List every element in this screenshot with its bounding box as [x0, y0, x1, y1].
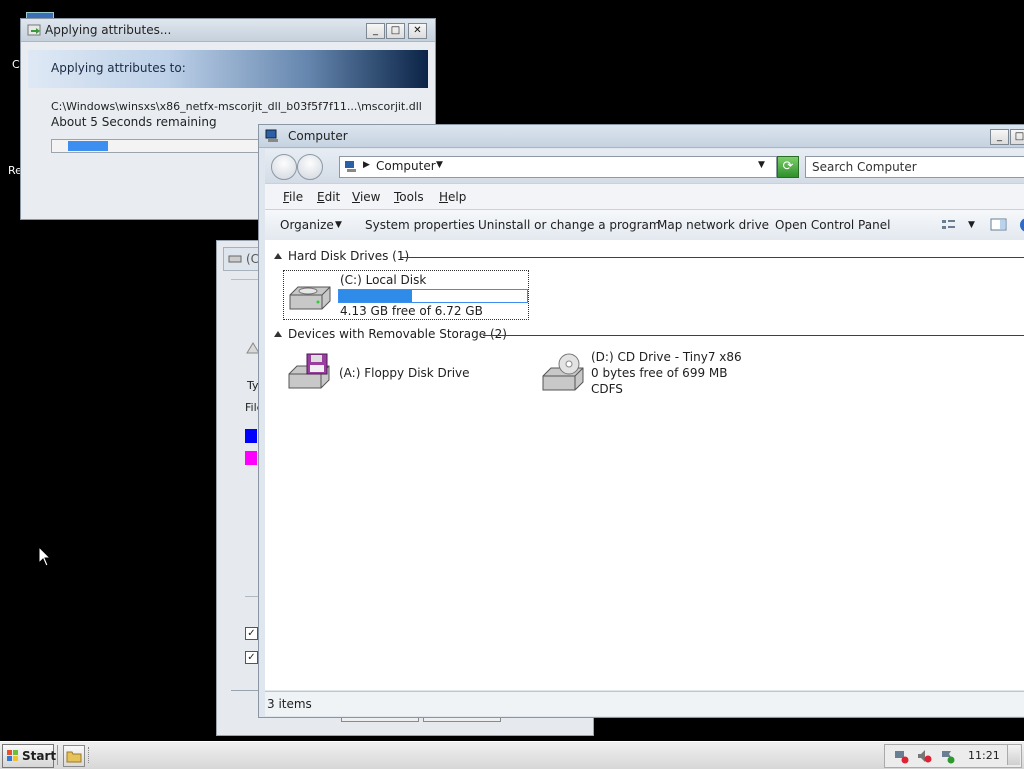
taskbar: Start 11:21 [0, 741, 1024, 769]
group-header-hard-disk-drives[interactable]: Hard Disk Drives (1) [288, 249, 409, 263]
menu-help[interactable]: Help [439, 190, 466, 204]
file-path-text: C:\Windows\winsxs\x86_netfx-mscorjit_dll… [51, 100, 422, 113]
group-divider [400, 257, 1024, 258]
explorer-taskbar-button[interactable] [63, 745, 85, 767]
floppy-drive-icon [288, 353, 330, 389]
forward-button[interactable] [297, 154, 323, 180]
system-properties-button[interactable]: System properties [365, 218, 475, 232]
menu-edit[interactable]: Edit [317, 190, 340, 204]
close-button[interactable]: ✕ [408, 23, 427, 39]
drive-icon [228, 255, 242, 263]
drive-d-free-space: 0 bytes free of 699 MB [591, 366, 728, 380]
menu-view[interactable]: View [352, 190, 380, 204]
divider [245, 596, 259, 597]
drive-c-free-space: 4.13 GB free of 6.72 GB [340, 304, 483, 318]
drive-c-usage-bar [338, 289, 528, 303]
computer-window: Computer _ □ ▶ Computer ▼ ▼ ⟳ Search Com… [258, 124, 1024, 718]
drive-tile-c[interactable]: (C:) Local Disk 4.13 GB free of 6.72 GB [283, 270, 529, 320]
back-button[interactable] [271, 154, 297, 180]
index-checkbox[interactable]: ✓ [245, 651, 258, 664]
clock: 11:21 [968, 749, 1000, 762]
organize-button[interactable]: Organize [280, 218, 334, 232]
chevron-down-icon[interactable]: ▼ [436, 160, 443, 170]
search-input[interactable]: Search Computer [805, 156, 1024, 178]
breadcrumb-arrow-icon: ▶ [363, 160, 370, 170]
show-desktop-button[interactable] [1007, 745, 1020, 765]
help-icon[interactable] [1019, 217, 1024, 233]
drive-d-filesystem: CDFS [591, 382, 623, 396]
breadcrumb-computer[interactable]: Computer [376, 159, 436, 173]
collapse-triangle-icon[interactable] [274, 253, 282, 259]
minimize-button[interactable]: _ [990, 129, 1009, 145]
computer-icon [265, 129, 278, 142]
network-icon[interactable] [893, 748, 909, 764]
views-icon[interactable] [941, 218, 957, 232]
menu-file[interactable]: File [283, 190, 303, 204]
cd-drive-icon [542, 353, 584, 391]
hard-drive-icon [289, 286, 331, 310]
drive-tile-d[interactable]: (D:) CD Drive - Tiny7 x86 0 bytes free o… [537, 350, 797, 400]
start-button[interactable]: Start [2, 744, 57, 768]
drive-c-usage-fill [339, 290, 412, 302]
dialog-title: Applying attributes... [45, 23, 172, 37]
window-title: Computer [288, 129, 348, 143]
collapse-triangle-icon[interactable] [274, 331, 282, 337]
address-dropdown-icon[interactable]: ▼ [758, 160, 765, 170]
quick-launch-grip [88, 747, 92, 763]
refresh-button[interactable]: ⟳ [777, 156, 799, 178]
windows-logo-icon [7, 750, 18, 761]
progress-fill [68, 141, 108, 151]
open-control-panel-button[interactable]: Open Control Panel [775, 218, 890, 232]
title-bar[interactable]: Computer _ □ [259, 125, 1024, 148]
compress-checkbox[interactable]: ✓ [245, 627, 258, 640]
status-bar: 3 items [265, 691, 1024, 716]
address-bar[interactable]: ▶ Computer ▼ ▼ [339, 156, 777, 178]
drive-a-name: (A:) Floppy Disk Drive [339, 366, 470, 380]
banner-text: Applying attributes to: [51, 61, 186, 75]
drive-c-name: (C:) Local Disk [340, 273, 427, 287]
start-label: Start [22, 749, 57, 763]
dialog-banner: Applying attributes to: [28, 50, 428, 88]
map-network-drive-button[interactable]: Map network drive [657, 218, 769, 232]
free-space-swatch [245, 451, 257, 465]
group-header-removable-storage[interactable]: Devices with Removable Storage (2) [288, 327, 507, 341]
type-label: Ty [247, 379, 259, 392]
maximize-button[interactable]: □ [386, 23, 405, 39]
preview-pane-icon[interactable] [990, 218, 1008, 232]
taskbar-divider [57, 745, 58, 765]
system-tray: 11:21 [884, 744, 1022, 768]
group-divider [483, 335, 1024, 336]
navigation-bar: ▶ Computer ▼ ▼ ⟳ Search Computer [265, 149, 1024, 183]
maximize-button[interactable]: □ [1010, 129, 1024, 145]
title-bar[interactable]: Applying attributes... _ □ ✕ [21, 19, 435, 42]
views-dropdown-icon[interactable]: ▼ [968, 220, 975, 230]
volume-muted-icon[interactable] [916, 748, 932, 764]
menu-bar: File Edit View Tools Help [265, 183, 1024, 210]
minimize-button[interactable]: _ [366, 23, 385, 39]
folder-icon [66, 751, 82, 763]
desktop-icon-label: C [12, 58, 20, 71]
action-center-icon[interactable] [939, 748, 955, 764]
menu-tools[interactable]: Tools [394, 190, 424, 204]
uninstall-program-button[interactable]: Uninstall or change a program [478, 218, 661, 232]
mouse-cursor-icon [38, 546, 52, 567]
command-bar: Organize ▼ System properties Uninstall o… [265, 209, 1024, 241]
search-placeholder: Search Computer [812, 160, 917, 174]
drive-tile-a[interactable]: (A:) Floppy Disk Drive [283, 350, 503, 398]
chevron-down-icon[interactable]: ▼ [335, 220, 342, 230]
time-remaining-text: About 5 Seconds remaining [51, 115, 217, 129]
drive-d-name: (D:) CD Drive - Tiny7 x86 [591, 350, 742, 364]
bg-tabs-line [231, 279, 261, 298]
attributes-icon [27, 24, 41, 36]
item-count: 3 items [267, 697, 312, 711]
computer-icon [345, 161, 356, 172]
file-list-pane: Hard Disk Drives (1) (C:) Local Disk 4.1… [265, 240, 1024, 690]
used-space-swatch [245, 429, 257, 443]
